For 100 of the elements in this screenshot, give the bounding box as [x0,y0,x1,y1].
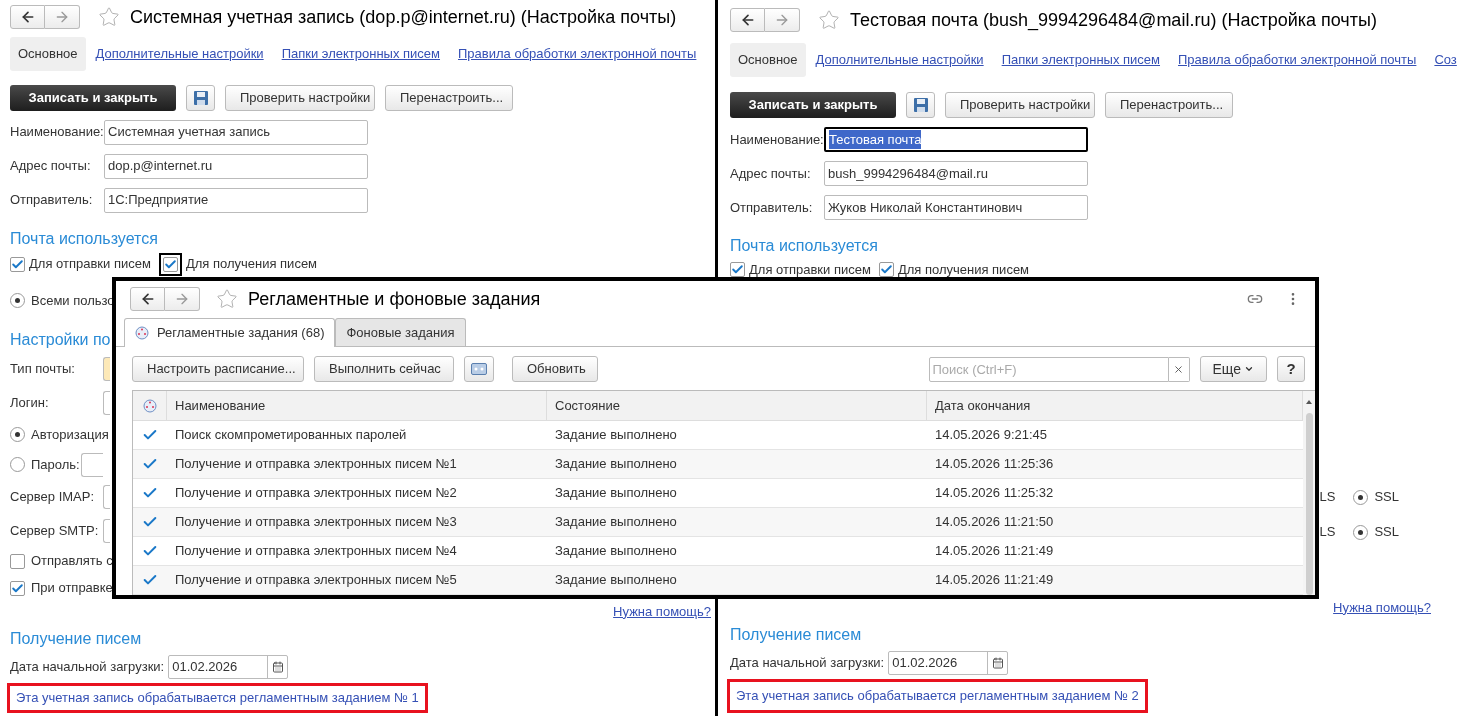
tab[interactable]: Основное [10,36,86,71]
save-icon [912,97,929,113]
tab[interactable]: Соз [1426,43,1457,77]
checkbox[interactable] [10,580,25,596]
reconfigure-button[interactable]: Перенастроить... [1105,92,1233,118]
field-label: Адрес почты: [10,157,92,176]
forward-icon [174,291,190,307]
field-label: Адрес почты: [730,164,812,183]
help-link[interactable]: Нужна помощь? [1333,597,1431,617]
calendar-icon[interactable] [991,657,1004,669]
calendar-icon[interactable] [271,661,284,674]
radio-label: Авторизация [31,425,109,444]
section-heading: Почта используется [10,228,159,249]
table-cell-text: Задание выполнено [554,426,678,445]
checkbox[interactable] [878,262,894,278]
event-log-button[interactable] [464,356,494,382]
date-field[interactable]: 01.02.2026 [888,651,1009,675]
column-header[interactable]: Наименование [167,391,547,420]
table-cell-text: Получение и отправка электронных писем №5 [174,571,458,590]
tab[interactable]: Папки электронных писем [273,36,448,71]
save-close-button[interactable]: Записать и закрыть [10,84,176,111]
input-field[interactable]: 1С:Предприятие [104,187,368,213]
job-link[interactable]: Эта учетная запись обрабатывается регламентным заданием № 2 [736,686,1139,706]
section-heading: Настройки по [10,329,111,350]
table-cell-text: 14.05.2026 11:21:50 [934,513,1055,532]
back-button[interactable] [730,8,765,32]
reconfigure-button[interactable]: Перенастроить... [385,84,513,111]
input-field[interactable] [103,484,110,509]
checkbox[interactable] [730,262,745,278]
password-field[interactable] [81,452,103,477]
table-cell-text: Задание выполнено [554,571,678,590]
input-field[interactable]: bush_9994296484@mail.ru [824,161,1088,186]
tab[interactable]: Дополнительные настройки [807,43,992,77]
window-title: Регламентные и фоновые задания [248,287,541,311]
clock-icon [135,326,149,340]
field-label: Сервер IMAP: [10,487,96,506]
caret-icon [1244,364,1254,374]
field-label: Дата начальной загрузки: [10,658,165,677]
input-field[interactable] [103,518,110,543]
tab[interactable]: Правила обработки электронной почты [1170,43,1425,77]
option-label: SSL [1374,523,1399,542]
field-label: Сервер SMTP: [10,521,100,540]
job-link[interactable]: Эта учетная запись обрабатывается регламентным заданием № 1 [16,688,419,708]
field-label: Тип почты: [10,359,76,378]
input-field[interactable]: dop.p@internet.ru [104,153,368,179]
tab[interactable]: Фоновые задания [335,318,466,346]
input-field[interactable]: Жуков Николай Константинович [824,195,1088,220]
run-now-button[interactable]: Выполнить сейчас [314,356,454,382]
radio-button[interactable] [1353,489,1369,505]
clock-icon [142,398,157,413]
tab[interactable]: Правила обработки электронной почты [450,36,705,71]
tab[interactable]: Основное [730,43,806,77]
input-field[interactable] [103,390,110,415]
table-cell-text: 14.05.2026 11:21:49 [934,542,1055,561]
input-field[interactable]: Тестовая почта [824,127,1088,152]
check-settings-button[interactable]: Проверить настройки [225,84,375,111]
tab[interactable]: Папки электронных писем [993,43,1168,77]
favorite-star-icon[interactable] [818,9,840,31]
date-field[interactable]: 01.02.2026 [168,655,289,680]
tab[interactable]: Регламентные задания (68) [124,318,336,347]
refresh-button[interactable]: Обновить [512,356,598,382]
checkbox[interactable] [10,256,25,272]
back-button[interactable] [130,287,165,311]
radio-button[interactable] [1353,524,1369,540]
scroll-up-icon[interactable] [1305,399,1313,405]
schedule-button[interactable]: Настроить расписание... [132,356,304,382]
input-field[interactable] [103,356,110,381]
help-link[interactable]: Нужна помощь? [613,601,711,622]
help-button[interactable]: ? [1277,356,1305,382]
table-cell-text: 14.05.2026 11:25:36 [934,455,1055,474]
option-label: LS [1319,488,1336,507]
column-header[interactable]: Состояние [547,391,927,420]
table-cell-text: 14.05.2026 11:21:49 [934,571,1055,590]
radio-button[interactable] [10,457,25,473]
check-settings-button[interactable]: Проверить настройки [945,92,1095,118]
field-label: Наименование: [730,130,824,149]
save-button[interactable] [906,92,935,118]
search-field[interactable]: Поиск (Ctrl+F) [928,356,1169,382]
log-icon [471,363,487,375]
radio-button[interactable] [10,427,25,443]
tab[interactable]: Дополнительные настройки [87,36,272,71]
radio-button[interactable] [10,293,25,309]
scrollbar[interactable] [1303,391,1315,595]
save-close-button[interactable]: Записать и закрыть [730,92,896,118]
save-button[interactable] [186,84,215,111]
table-cell-text: 14.05.2026 11:25:32 [934,484,1055,503]
checkbox-label: При отправке [31,579,113,598]
checkbox[interactable] [10,553,25,569]
field-label: Наименование: [10,123,104,142]
more-button[interactable]: Еще [1199,356,1267,382]
clear-icon [1173,363,1184,375]
table-cell-text: Задание выполнено [554,455,678,474]
back-button[interactable] [10,5,45,30]
favorite-star-icon[interactable] [216,288,238,310]
table-cell-text: 14.05.2026 9:21:45 [934,426,1049,445]
checkbox-label: Отправлять с [31,552,113,571]
checkbox[interactable] [158,252,182,276]
favorite-star-icon[interactable] [98,6,120,29]
input-field[interactable]: Системная учетная запись [104,119,368,145]
table-cell-text: Получение и отправка электронных писем №3 [174,513,458,532]
